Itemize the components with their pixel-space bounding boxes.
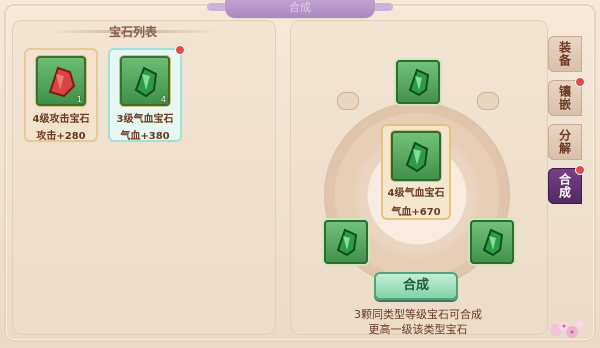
result-gem-stat: 气血+670 — [391, 207, 441, 218]
tab-inlay[interactable]: 镶嵌 — [548, 78, 584, 116]
gem-list-title: 宝石列表 — [48, 22, 218, 42]
input-gem-slot-right[interactable] — [470, 220, 514, 264]
synthesis-description: 3颗同类型等级宝石可合成 更高一级该类型宝石 — [300, 307, 536, 337]
result-gem-slot — [391, 131, 441, 181]
notification-badge — [576, 166, 584, 174]
side-tab-bar: 装备 镶嵌 分解 合成 — [548, 36, 584, 206]
tab-synthesize[interactable]: 合成 — [548, 166, 584, 204]
window-title-plaque: 合成 — [207, 0, 393, 18]
result-gem-card: 4级气血宝石 气血+670 — [381, 124, 451, 220]
synthesis-description-line: 更高一级该类型宝石 — [368, 323, 468, 336]
gem-card-attack[interactable]: 1 4级攻击宝石 攻击+280 — [24, 48, 98, 142]
green-gem-icon — [408, 68, 430, 97]
green-gem-icon — [405, 141, 429, 173]
gem-slot-health: 4 — [120, 56, 170, 106]
gem-stat-health: 气血+380 — [120, 131, 170, 142]
result-gem-name: 4级气血宝石 — [387, 188, 445, 199]
window-title: 合成 — [289, 1, 311, 14]
cloud-ornament-left — [337, 92, 359, 110]
green-gem-icon — [336, 228, 358, 257]
cloud-ornament-right — [477, 92, 499, 110]
green-gem-icon — [482, 228, 504, 257]
notification-badge — [176, 46, 184, 54]
synthesize-button[interactable]: 合成 — [374, 272, 458, 300]
game-ui: 合成 宝石列表 1 4级攻击宝石 攻击+280 4 3级气血宝石 气血+380 — [0, 0, 600, 348]
gem-card-health[interactable]: 4 3级气血宝石 气血+380 — [108, 46, 184, 142]
gem-name-health: 3级气血宝石 — [116, 114, 174, 125]
gem-name-attack: 4级攻击宝石 — [32, 114, 90, 125]
notification-badge — [576, 78, 584, 86]
synthesis-description-line: 3颗同类型等级宝石可合成 — [354, 308, 482, 321]
tab-equipment[interactable]: 装备 — [548, 36, 582, 72]
gem-slot-attack: 1 — [36, 56, 86, 106]
gem-count-health: 4 — [160, 95, 166, 104]
flower-decoration-icon — [550, 320, 584, 338]
tab-decompose[interactable]: 分解 — [548, 124, 582, 160]
gem-count-attack: 1 — [76, 95, 82, 104]
gem-stat-attack: 攻击+280 — [36, 131, 86, 142]
input-gem-slot-top[interactable] — [396, 60, 440, 104]
tab-inlay-label: 镶嵌 — [557, 85, 572, 111]
tab-synthesize-label: 合成 — [557, 173, 572, 199]
input-gem-slot-left[interactable] — [324, 220, 368, 264]
gem-list-title-text: 宝石列表 — [108, 25, 157, 39]
